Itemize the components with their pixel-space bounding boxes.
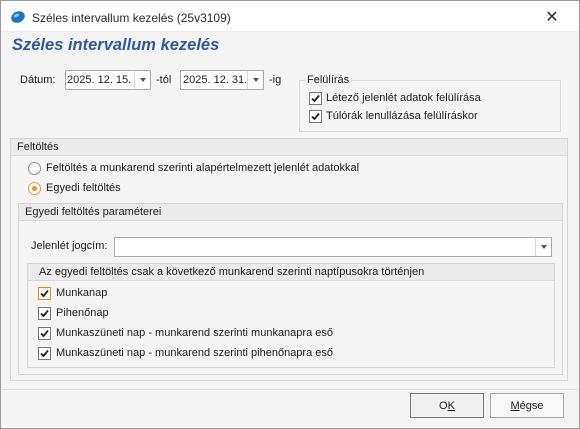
chevron-down-icon[interactable] bbox=[535, 238, 551, 256]
page-title: Széles intervallum kezelés bbox=[12, 36, 220, 54]
restday-label[interactable]: Pihenőnap bbox=[56, 307, 109, 319]
overwrite-existing-checkbox[interactable] bbox=[309, 92, 322, 105]
date-to-value[interactable]: 2025. 12. 31. bbox=[183, 74, 247, 86]
holiday-on-restday-checkbox[interactable] bbox=[38, 347, 51, 360]
date-to-suffix: -ig bbox=[269, 74, 282, 86]
overwrite-group bbox=[299, 80, 561, 132]
date-from-value[interactable]: 2025. 12. 15. bbox=[67, 74, 133, 86]
dialog-window: Széles intervallum kezelés (25v3109) ✕ S… bbox=[0, 0, 580, 429]
cancel-button[interactable]: Mégse bbox=[490, 393, 564, 418]
chevron-down-icon[interactable] bbox=[247, 71, 263, 89]
custom-fill-label[interactable]: Egyedi feltöltés bbox=[46, 182, 121, 194]
ok-button-label-prefix: O bbox=[439, 399, 448, 412]
restday-checkbox[interactable] bbox=[38, 307, 51, 320]
workday-label[interactable]: Munkanap bbox=[56, 287, 107, 299]
custom-params-title: Egyedi feltöltés paraméterei bbox=[19, 204, 562, 221]
filling-group-title: Feltöltés bbox=[11, 139, 567, 156]
date-from-suffix: -tól bbox=[156, 74, 172, 86]
overwrite-group-title: Felülírás bbox=[305, 74, 352, 86]
holiday-on-restday-label[interactable]: Munkaszüneti nap - munkarend szerinti pi… bbox=[56, 347, 333, 359]
close-icon[interactable]: ✕ bbox=[539, 5, 565, 29]
holiday-on-workday-label[interactable]: Munkaszüneti nap - munkarend szerinti mu… bbox=[56, 327, 333, 339]
overwrite-existing-label[interactable]: Létező jelenlét adatok felülírása bbox=[326, 92, 481, 104]
chevron-down-icon[interactable] bbox=[134, 71, 150, 89]
reset-overtime-checkbox[interactable] bbox=[309, 110, 322, 123]
ok-button[interactable]: OK bbox=[410, 393, 484, 418]
default-fill-radio[interactable] bbox=[28, 162, 41, 175]
reset-overtime-label[interactable]: Túlórák lenullázása felülíráskor bbox=[326, 110, 478, 122]
presence-label: Jelenlét jogcím: bbox=[31, 240, 108, 252]
app-icon bbox=[10, 10, 26, 24]
title-bar: Széles intervallum kezelés (25v3109) ✕ bbox=[1, 1, 579, 32]
ok-button-mnemonic: K bbox=[447, 399, 455, 412]
date-to-combo[interactable]: 2025. 12. 31. bbox=[180, 70, 264, 90]
window-title: Széles intervallum kezelés (25v3109) bbox=[32, 11, 231, 25]
workday-checkbox[interactable] bbox=[38, 287, 51, 300]
default-fill-label[interactable]: Feltöltés a munkarend szerinti alapértel… bbox=[46, 162, 359, 174]
cancel-button-mnemonic: M bbox=[510, 399, 520, 412]
daytypes-title: Az egyedi feltöltés csak a következő mun… bbox=[28, 264, 554, 281]
date-from-combo[interactable]: 2025. 12. 15. bbox=[65, 70, 151, 90]
cancel-button-label-rest: égse bbox=[519, 399, 544, 412]
footer-divider bbox=[2, 389, 578, 390]
holiday-on-workday-checkbox[interactable] bbox=[38, 327, 51, 340]
presence-combo[interactable] bbox=[114, 237, 552, 257]
date-label: Dátum: bbox=[20, 74, 56, 86]
custom-fill-radio[interactable] bbox=[28, 182, 41, 195]
